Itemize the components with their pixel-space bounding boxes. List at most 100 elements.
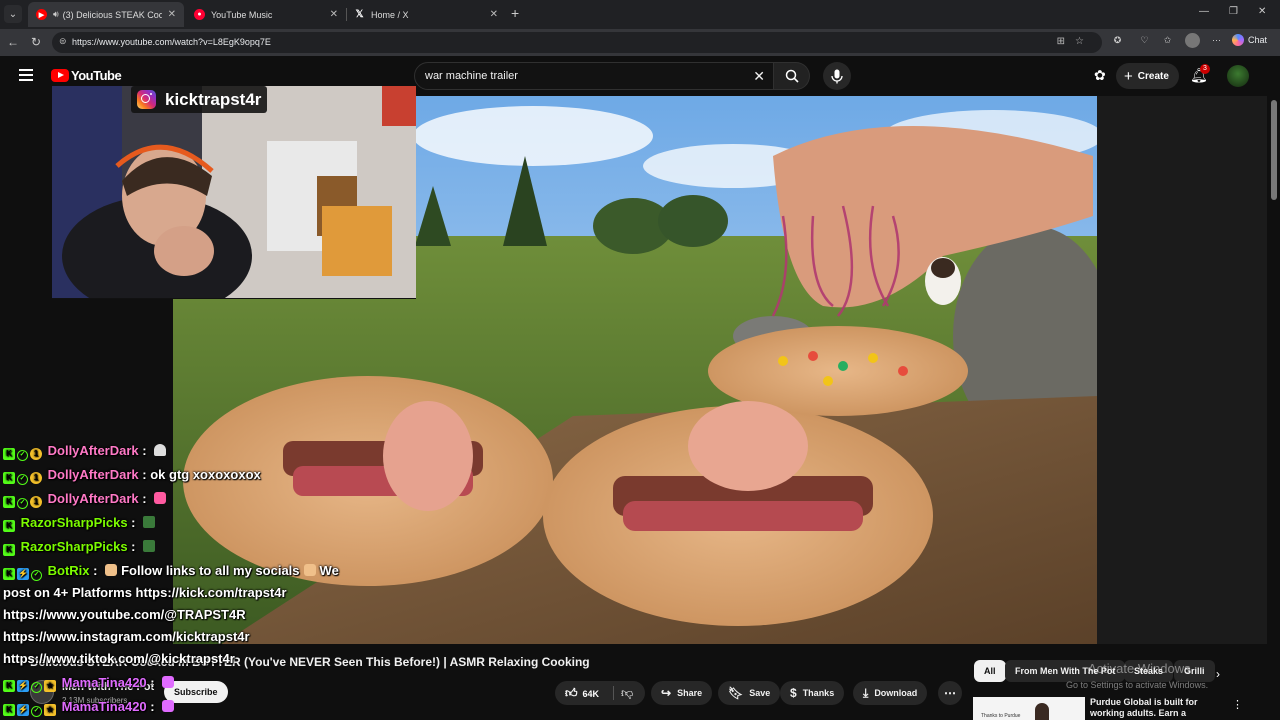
youtube-wordmark: YouTube [71, 68, 122, 83]
instagram-handle: kicktrapst4r [165, 89, 262, 109]
chat-username: DollyAfterDark [47, 443, 139, 458]
more-actions-icon[interactable]: ⋯ [938, 681, 962, 705]
kick-badge-icon: K [3, 568, 15, 580]
activate-windows-title: Activate Windows [1088, 661, 1191, 676]
tab-title: (3) Delicious STEAK Cooked in [62, 9, 162, 20]
plus-icon: + [1124, 67, 1133, 85]
kick-badge-icon: K [3, 520, 15, 532]
emote-icon [143, 516, 156, 528]
ad-person-image [1035, 703, 1049, 720]
apps-icon[interactable]: ⊞ [1057, 36, 1075, 47]
search-button[interactable] [774, 62, 810, 90]
new-tab-icon[interactable]: + [511, 5, 519, 21]
copilot-icon [1232, 34, 1244, 46]
minimize-icon[interactable]: — [1199, 6, 1209, 17]
copilot-chat-button[interactable]: Chat [1232, 34, 1267, 46]
account-avatar[interactable] [1227, 65, 1249, 87]
chevron-right-icon[interactable]: › [1216, 667, 1220, 681]
browser-tabstrip: ⌄ ▶ 🔊︎ (3) Delicious STEAK Cooked in ✕ ●… [0, 0, 1280, 29]
page-scrollbar[interactable] [1270, 96, 1278, 720]
scrollbar-thumb[interactable] [1271, 100, 1277, 200]
hamburger-menu-icon[interactable] [19, 69, 33, 81]
chat-username: DollyAfterDark [47, 467, 139, 482]
chat-message: K ✓ 1 DollyAfterDark : [3, 443, 167, 461]
ad-thumbnail[interactable]: Thanks to Purdue [973, 697, 1085, 720]
favorites-icon[interactable]: ✩ [1160, 33, 1175, 48]
download-icon: ⤓ [863, 685, 869, 700]
save-button[interactable]: 🔖︎ Save [718, 681, 781, 705]
chip-all[interactable]: All [974, 660, 1006, 682]
thumbs-up-icon: 👍︎ [565, 686, 578, 700]
address-bar-actions[interactable]: ⊞☆ [1057, 36, 1094, 47]
tab-youtube-music[interactable]: ● YouTube Music ✕ [186, 2, 346, 27]
youtube-music-icon: ● [194, 9, 205, 20]
dislike-button[interactable]: 👎︎ [621, 686, 633, 701]
back-icon[interactable]: ← [7, 35, 19, 49]
chat-message: K ⚡ ✓ BotRix : Follow links to all my soci… [3, 563, 339, 581]
webcam-image [52, 86, 416, 298]
bot-badge-icon: ⚡ [17, 680, 29, 692]
bot-badge-icon: ⚡ [17, 568, 29, 580]
close-window-icon[interactable]: ✕ [1258, 6, 1266, 17]
ad-title[interactable]: Purdue Global is built for working adult… [1090, 697, 1222, 720]
chat-text: We [319, 563, 339, 578]
tab-title: Home / X [371, 9, 409, 20]
close-tab-icon[interactable]: ✕ [490, 9, 498, 20]
microphone-icon [831, 69, 843, 83]
thanks-button[interactable]: $ Thanks [780, 681, 845, 705]
sparkle-emote-icon [154, 492, 167, 504]
restore-icon[interactable]: ❐ [1229, 6, 1238, 17]
youtube-logo[interactable]: YouTube [51, 68, 122, 83]
chat-label: Chat [1248, 35, 1268, 45]
browser-essentials-icon[interactable]: ♡ [1137, 33, 1152, 48]
save-label: Save [749, 688, 771, 698]
tab-search-menu-button[interactable]: ⌄ [4, 5, 22, 23]
thanks-label: Thanks [802, 688, 835, 698]
share-label: Share [677, 688, 703, 698]
share-button[interactable]: ↪ Share [651, 681, 713, 705]
search-input[interactable]: war machine trailer [425, 70, 518, 82]
emote-icon [162, 676, 175, 688]
tab-title: YouTube Music [211, 9, 273, 20]
favorite-star-icon[interactable]: ☆ [1075, 36, 1094, 47]
reload-icon[interactable]: ↻ [31, 35, 41, 49]
emote-icon [143, 540, 156, 552]
speaker-icon: 🔊︎ [53, 9, 59, 19]
address-bar[interactable]: ⊜ https://www.youtube.com/watch?v=L8EgK9… [52, 32, 1102, 53]
chat-message: K ✓ 1 DollyAfterDark : ok gtg xoxoxoxox [3, 467, 261, 485]
tab-youtube-video[interactable]: ▶ 🔊︎ (3) Delicious STEAK Cooked in ✕ [28, 2, 184, 27]
download-label: Download [874, 688, 918, 698]
super-thanks-icon: $ [790, 686, 797, 700]
chat-message: K ✓ 1 DollyAfterDark : [3, 491, 167, 509]
chat-message: K RazorSharpPicks : [3, 539, 156, 556]
close-tab-icon[interactable]: ✕ [168, 9, 176, 20]
chat-username: DollyAfterDark [47, 491, 139, 506]
kick-badge-icon: K [3, 496, 15, 508]
extensions-icon[interactable]: ✪ [1110, 33, 1125, 48]
verified-badge-icon: ✓ [31, 570, 42, 581]
tab-home-x[interactable]: 𝕏 Home / X ✕ [346, 2, 506, 27]
sub-badge-icon: ★ [44, 680, 56, 692]
site-info-icon[interactable]: ⊜ [59, 36, 67, 47]
clear-search-icon[interactable]: ✕ [753, 68, 765, 85]
voice-search-button[interactable] [823, 62, 851, 90]
verified-badge-icon: ✓ [17, 450, 28, 461]
url-text[interactable]: https://www.youtube.com/watch?v=L8EgK9op… [72, 37, 271, 47]
youtube-extension-icon[interactable]: ✿ [1094, 67, 1106, 84]
ad-menu-icon[interactable]: ⋮ [1232, 698, 1243, 711]
profile-avatar[interactable] [1185, 33, 1200, 48]
close-tab-icon[interactable]: ✕ [330, 9, 338, 20]
download-button[interactable]: ⤓ Download [853, 681, 928, 705]
search-box[interactable]: war machine trailer ✕ [414, 62, 774, 90]
create-button[interactable]: + Create [1116, 63, 1179, 89]
like-button[interactable]: 👍︎ 64K [565, 686, 599, 701]
share-icon: ↪ [661, 686, 672, 700]
chat-text: ok gtg xoxoxoxox [150, 467, 261, 482]
ghost-emote-icon [154, 444, 167, 456]
months-badge-icon: 1 [30, 448, 42, 460]
settings-more-icon[interactable]: ⋯ [1209, 33, 1224, 48]
emote-icon [162, 700, 175, 712]
months-badge-icon: 1 [30, 472, 42, 484]
like-count: 64K [582, 688, 600, 699]
months-badge-icon: 1 [30, 496, 42, 508]
